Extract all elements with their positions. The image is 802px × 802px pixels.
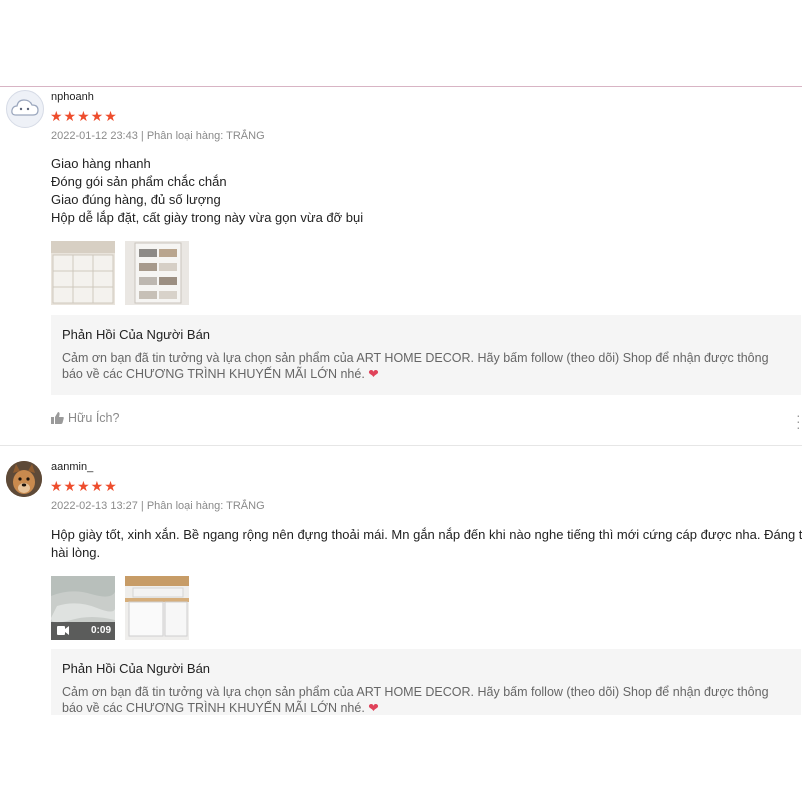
more-options-icon[interactable]: · · · <box>796 408 801 434</box>
helpful-label: Hữu Ích? <box>68 411 120 425</box>
reply-text-content: Cảm ơn bạn đã tin tưởng và lựa chọn sản … <box>62 685 769 715</box>
avatar-cloud-icon <box>11 99 39 116</box>
avatar-dog-icon <box>6 461 42 497</box>
review-meta: 2022-02-13 13:27 | Phân loại hàng: TRẮNG <box>51 500 265 512</box>
helpful-button[interactable]: Hữu Ích? <box>51 411 119 425</box>
thumbs-up-icon <box>51 412 64 424</box>
reply-text: Cảm ơn bạn đã tin tưởng và lựa chọn sản … <box>62 684 787 716</box>
avatar[interactable] <box>6 90 44 128</box>
review-text-line: Hộp dễ lắp đặt, cất giày trong này vừa g… <box>51 210 364 225</box>
review-meta: 2022-01-12 23:43 | Phân loại hàng: TRẮNG <box>51 130 265 142</box>
review-photo[interactable] <box>125 576 189 640</box>
review-text-line: hài lòng. <box>51 545 101 560</box>
review-divider <box>0 445 802 446</box>
top-divider <box>0 86 802 87</box>
review-text-line: Giao hàng nhanh <box>51 156 151 171</box>
reply-title: Phản Hồi Của Người Bán <box>62 327 211 342</box>
avatar[interactable] <box>6 461 42 497</box>
video-duration: 0:09 <box>90 625 111 636</box>
reply-text-content: Cảm ơn bạn đã tin tưởng và lựa chọn sản … <box>62 351 769 381</box>
review-body: Hộp giày tốt, xinh xắn. Bề ngang rộng nê… <box>51 526 802 562</box>
review-video[interactable]: 0:09 <box>51 576 115 640</box>
review-text-line: Đóng gói sản phẩm chắc chắn <box>51 174 227 189</box>
reply-title: Phản Hồi Của Người Bán <box>62 661 211 676</box>
review-body: Giao hàng nhanh Đóng gói sản phẩm chắc c… <box>51 155 801 227</box>
heart-icon: ❤ <box>368 701 379 715</box>
rating-stars: ★★★★★ <box>50 108 118 124</box>
seller-reply: Phản Hồi Của Người Bán Cảm ơn bạn đã tin… <box>51 649 801 715</box>
seller-reply: Phản Hồi Của Người Bán Cảm ơn bạn đã tin… <box>51 315 801 395</box>
review-photo[interactable] <box>125 241 189 305</box>
rating-stars: ★★★★★ <box>50 478 118 494</box>
username[interactable]: aanmin_ <box>51 461 93 473</box>
video-overlay: 0:09 <box>51 622 115 640</box>
reply-text: Cảm ơn bạn đã tin tưởng và lựa chọn sản … <box>62 350 787 382</box>
video-camera-icon <box>57 626 69 635</box>
review-photo[interactable] <box>51 241 115 305</box>
review-text-line: Giao đúng hàng, đủ số lượng <box>51 192 221 207</box>
username[interactable]: nphoanh <box>51 91 94 103</box>
review-text-line: Hộp giày tốt, xinh xắn. Bề ngang rộng nê… <box>51 527 802 542</box>
heart-icon: ❤ <box>368 367 379 381</box>
